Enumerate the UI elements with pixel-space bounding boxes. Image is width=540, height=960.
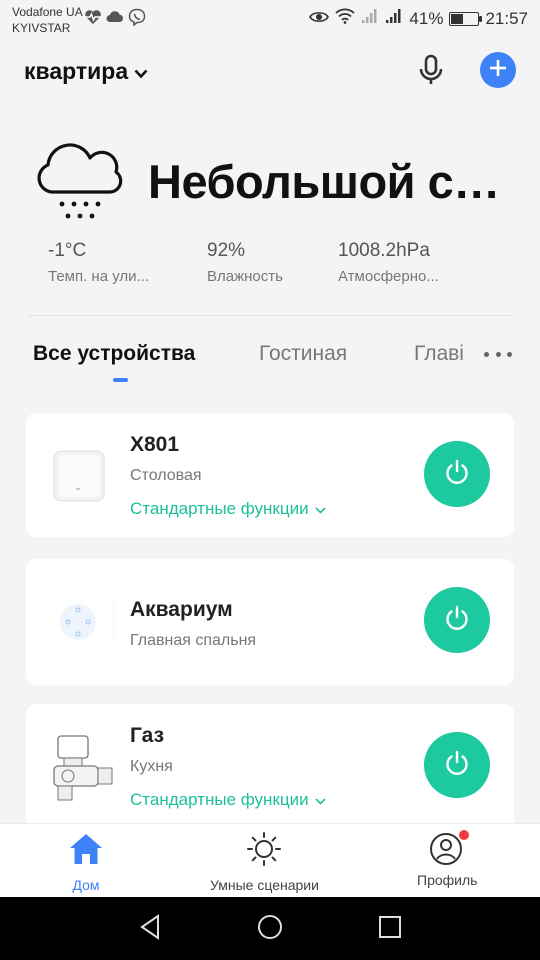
- carrier-label: Vodafone UA KYIVSTAR: [12, 4, 83, 36]
- device-thumbnail: [48, 447, 108, 512]
- home-icon: [68, 832, 104, 871]
- device-name: Аквариум: [130, 598, 233, 621]
- pressure: 1008.2hPa Атмосферно...: [338, 240, 450, 285]
- eye-icon: [309, 9, 330, 29]
- wifi-icon: [335, 8, 356, 29]
- dot: [495, 351, 501, 357]
- device-thumbnail: [50, 732, 120, 809]
- cloud-icon: [106, 10, 124, 29]
- back-triangle-icon: [138, 913, 162, 945]
- viber-icon: [128, 8, 146, 31]
- nav-home[interactable]: Дом: [68, 832, 104, 893]
- divider: [28, 315, 514, 316]
- carrier-name-2: KYIVSTAR: [12, 21, 71, 35]
- battery-percent: 41%: [409, 8, 444, 28]
- signal-icon: [385, 8, 403, 29]
- standard-functions-link[interactable]: Стандартные функции: [130, 790, 326, 810]
- battery-icon: [449, 11, 483, 26]
- stat-label: Темп. на ули...: [48, 268, 150, 285]
- power-button[interactable]: [424, 732, 490, 798]
- nav-label: Профиль: [417, 872, 478, 888]
- tab-living-room[interactable]: Гостиная: [259, 342, 347, 366]
- stat-value: 1008.2hPa: [338, 240, 430, 261]
- stat-label: Влажность: [207, 268, 283, 285]
- functions-label: Стандартные функции: [130, 499, 309, 518]
- device-room: Главная спальня: [130, 632, 257, 649]
- device-name: X801: [130, 433, 180, 456]
- nav-profile[interactable]: Профиль: [417, 830, 478, 888]
- system-navigation-bar: [0, 897, 540, 960]
- chevron-down-icon: [134, 58, 148, 85]
- bottom-navigation: Дом Умные сценарии Профиль: [0, 823, 540, 897]
- recent-apps-square-icon: [378, 915, 402, 944]
- power-icon: [442, 603, 472, 638]
- notification-badge: [459, 830, 470, 840]
- clock: 21:57: [485, 8, 528, 28]
- home-selector[interactable]: квартира: [24, 58, 148, 85]
- heart-pulse-icon: [84, 9, 102, 30]
- device-room: Кухня: [130, 758, 173, 775]
- weather-condition: Небольшой сн...: [148, 155, 518, 208]
- stat-value: 92%: [207, 240, 246, 261]
- outdoor-temperature: -1°C Темп. на ули...: [48, 240, 160, 285]
- power-icon: [442, 457, 472, 492]
- stat-label: Атмосферно...: [338, 268, 439, 285]
- device-card-aquarium[interactable]: Аквариум Главная спальня: [26, 559, 514, 685]
- power-button[interactable]: [424, 587, 490, 653]
- standard-functions-link[interactable]: Стандартные функции: [130, 499, 326, 519]
- app-header: квартира: [0, 50, 540, 94]
- stat-value: -1°C: [48, 240, 87, 261]
- profile-icon: [429, 830, 470, 866]
- nav-label: Умные сценарии: [210, 877, 319, 893]
- home-circle-icon: [257, 914, 283, 945]
- plus-icon: [488, 58, 508, 83]
- chevron-down-icon: [315, 499, 326, 519]
- recent-apps-button[interactable]: [374, 913, 406, 945]
- chevron-down-icon: [315, 790, 326, 810]
- device-card-x801[interactable]: X801 Столовая Стандартные функции: [26, 413, 514, 537]
- room-tabs: Все устройства Гостиная Главі: [0, 330, 540, 386]
- microphone-button[interactable]: [414, 54, 448, 90]
- status-bar: Vodafone UA KYIVSTAR 41% 21:57: [0, 0, 540, 40]
- back-button[interactable]: [134, 913, 166, 945]
- microphone-icon: [418, 54, 444, 91]
- device-name: Газ: [130, 724, 165, 747]
- device-room: Столовая: [130, 467, 202, 484]
- snow-cloud-icon: [34, 140, 124, 229]
- carrier-name-1: Vodafone UA: [12, 5, 83, 19]
- nav-label: Дом: [72, 877, 100, 893]
- add-device-button[interactable]: [480, 52, 516, 88]
- tab-all-devices[interactable]: Все устройства: [33, 342, 195, 366]
- power-button[interactable]: [424, 441, 490, 507]
- signal-icon: [361, 8, 379, 29]
- dot: [484, 351, 489, 357]
- sun-icon: [246, 832, 282, 871]
- humidity: 92% Влажность: [207, 240, 319, 285]
- more-tabs-button[interactable]: [482, 344, 514, 364]
- device-thumbnail: [48, 589, 115, 660]
- dot: [507, 351, 512, 357]
- home-system-button[interactable]: [254, 913, 286, 945]
- home-name: квартира: [24, 58, 129, 84]
- nav-smart-scenes[interactable]: Умные сценарии: [210, 832, 319, 893]
- functions-label: Стандартные функции: [130, 790, 309, 809]
- power-icon: [442, 748, 472, 783]
- active-tab-indicator: [113, 378, 128, 382]
- tab-main[interactable]: Главі: [414, 342, 470, 366]
